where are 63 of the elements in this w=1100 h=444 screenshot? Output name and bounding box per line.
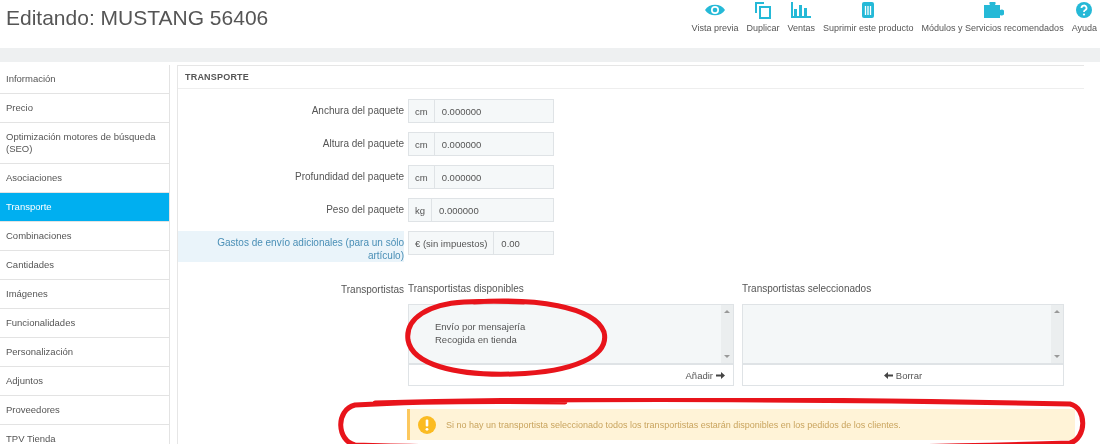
sidebar-item[interactable]: Precio (0, 94, 170, 123)
page-title: Editando: MUSTANG 56406 (5, 5, 269, 30)
scroll-up-icon[interactable] (723, 309, 731, 314)
warning-icon (418, 415, 436, 434)
input-group[interactable]: cm 0.000000 (408, 132, 554, 156)
unit-label: € (sin impuestos) (409, 232, 495, 254)
remove-button[interactable]: Borrar (742, 364, 1064, 386)
add-button[interactable]: Añadir (408, 364, 734, 386)
toolbar-button[interactable]: Vista previa (691, 0, 739, 33)
toolbar-button[interactable]: Módulos y Servicios recomendados (921, 0, 1064, 33)
input-group[interactable]: cm 0.000000 (408, 99, 554, 123)
toolbar-button[interactable]: Ventas (787, 0, 815, 33)
list-option[interactable]: Envío por mensajería (435, 321, 713, 332)
field-label: Profundidad del paquete (294, 170, 404, 183)
copy-icon (753, 1, 772, 19)
eye-icon (704, 3, 727, 17)
field-label: Anchura del paquete (310, 104, 404, 117)
puzzle-icon (981, 2, 1004, 18)
sidebar-item[interactable]: Asociaciones (0, 164, 170, 193)
panel-title: TRANSPORTE (178, 66, 1084, 89)
field-label: Transportistas (340, 283, 404, 297)
input-group[interactable]: kg 0.000000 (408, 198, 554, 222)
toolbar-button[interactable]: Ayuda (1071, 0, 1097, 33)
trash-icon (862, 2, 875, 18)
sidebar-item[interactable]: Cantidades (0, 251, 170, 280)
unit-label: cm (409, 166, 435, 188)
sidebar-item[interactable]: Adjuntos (0, 367, 170, 396)
sidebar-item[interactable]: Optimización motores de búsqueda (SEO) (0, 123, 170, 164)
input-group[interactable]: € (sin impuestos) 0.00 (408, 231, 554, 255)
sidebar-item[interactable]: Personalización (0, 338, 170, 367)
sidebar-item[interactable]: Combinaciones (0, 222, 170, 251)
toolbar-button[interactable]: Duplicar (746, 0, 780, 33)
alert-text: Si no hay un transportista seleccionado todos los transportistas estarán disponibles en los pedidos de los clientes. (446, 419, 901, 430)
input-field[interactable]: 0.00 (494, 232, 553, 254)
scrollbar[interactable] (1051, 305, 1063, 363)
unit-label: cm (409, 100, 435, 122)
bar-chart-icon (790, 2, 813, 18)
input-field[interactable]: 0.000000 (432, 199, 553, 221)
sidebar-item[interactable]: Funcionalidades (0, 309, 170, 338)
unit-label: cm (409, 133, 435, 155)
scroll-down-icon[interactable] (723, 354, 731, 359)
toolbar-button[interactable]: Suprimir este producto (823, 0, 914, 33)
carrier-list[interactable]: Envío por mensajería Recogida en tienda (408, 304, 734, 364)
tooltip-label: Gastos de envío adicionales (para un sólo artículo) (178, 231, 404, 262)
arrow-left-icon (883, 370, 893, 380)
sidebar-item[interactable]: Proveedores (0, 396, 170, 425)
unit-label: kg (409, 199, 433, 221)
arrow-right-icon (716, 370, 725, 380)
input-field[interactable]: 0.000000 (434, 133, 553, 155)
sidebar-item[interactable]: Imágenes (0, 280, 170, 309)
field-label: Altura del paquete (321, 137, 404, 150)
scroll-down-icon[interactable] (1053, 354, 1061, 359)
input-group[interactable]: cm 0.000000 (408, 165, 554, 189)
scroll-up-icon[interactable] (1053, 309, 1061, 314)
scrollbar[interactable] (721, 305, 733, 363)
help-icon (1076, 2, 1093, 18)
field-label: Peso del paquete (325, 203, 404, 216)
sidebar-item[interactable]: Información (0, 65, 170, 94)
list-title: Transportistas disponibles (408, 283, 525, 294)
input-field[interactable]: 0.000000 (434, 166, 553, 188)
input-field[interactable]: 0.000000 (434, 100, 553, 122)
list-option[interactable]: Recogida en tienda (435, 334, 713, 345)
list-title: Transportistas seleccionados (742, 283, 873, 294)
